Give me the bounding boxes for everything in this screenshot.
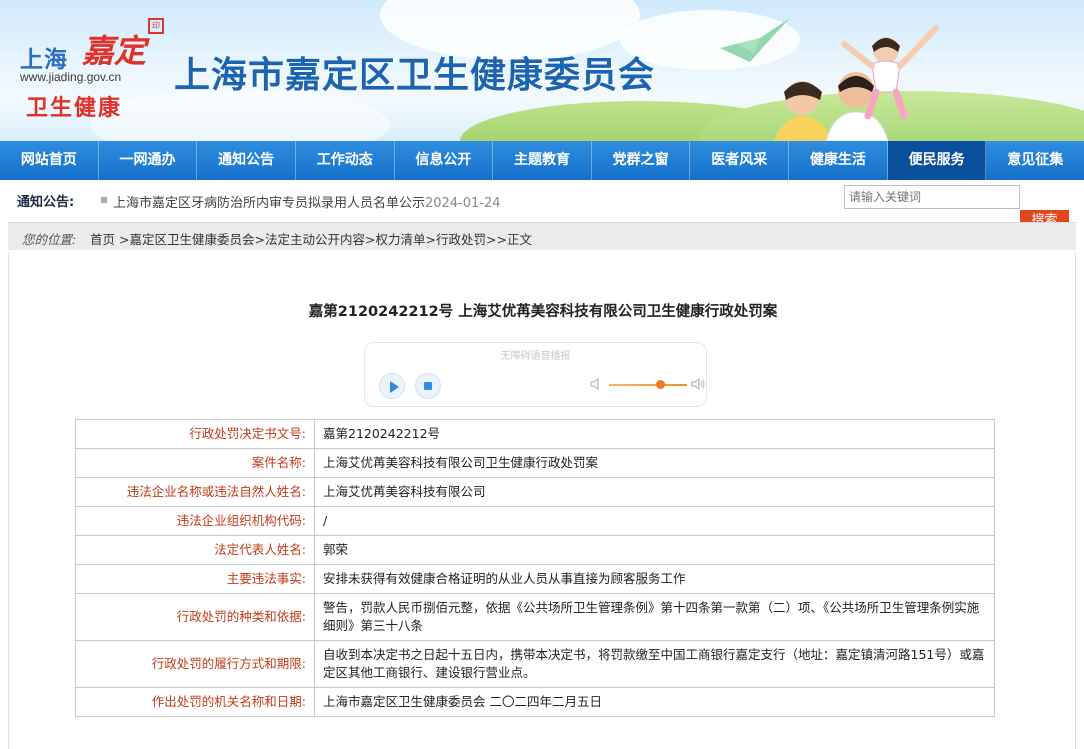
- breadcrumb: 您的位置: 首页 >嘉定区卫生健康委员会>法定主动公开内容>权力清单>行政处罚>…: [8, 222, 1076, 250]
- field-label: 法定代表人姓名:: [75, 535, 315, 565]
- nav-item-8[interactable]: 健康生活: [789, 141, 888, 180]
- field-label: 违法企业组织机构代码:: [75, 506, 315, 536]
- table-row: 主要违法事实: 安排未获得有效健康合格证明的从业人员从事直接为顾客服务工作: [75, 564, 995, 594]
- table-row: 违法企业名称或违法自然人姓名: 上海艾优苒美容科技有限公司: [75, 477, 995, 507]
- nav-item-10[interactable]: 意见征集: [986, 141, 1084, 180]
- nav-item-9[interactable]: 便民服务: [887, 141, 987, 180]
- logo-city-text: 上海: [20, 47, 68, 73]
- notice-label: 通知公告:: [17, 195, 75, 210]
- field-value: 自收到本决定书之日起十五日内，携带本决定书，将罚款缴至中国工商银行嘉定支行（地址…: [314, 640, 995, 688]
- volume-slider[interactable]: [609, 384, 687, 386]
- nav-item-5[interactable]: 主题教育: [493, 141, 592, 180]
- volume-slider-knob[interactable]: [655, 380, 665, 389]
- table-row: 行政处罚的履行方式和期限: 自收到本决定书之日起十五日内，携带本决定书，将罚款缴至…: [75, 640, 995, 688]
- table-row: 违法企业组织机构代码: /: [75, 506, 995, 536]
- table-row: 行政处罚的种类和依据: 警告，罚款人民币捌佰元整，依据《公共场所卫生管理条例》第十…: [75, 593, 995, 641]
- notice-link-text[interactable]: 上海市嘉定区牙病防治所内审专员拟录用人员名单公示: [113, 196, 425, 211]
- table-row: 行政处罚决定书文号: 嘉第2120242212号: [75, 419, 995, 449]
- nav-item-6[interactable]: 党群之窗: [592, 141, 691, 180]
- breadcrumb-item-commission[interactable]: 嘉定区卫生健康委员会: [129, 232, 254, 247]
- stop-button[interactable]: [415, 373, 441, 399]
- nav-item-3[interactable]: 工作动态: [296, 141, 395, 180]
- penalty-info-table: 行政处罚决定书文号: 嘉第2120242212号 案件名称: 上海艾优苒美容科技有限公…: [75, 419, 995, 717]
- table-row: 作出处罚的机关名称和日期: 上海市嘉定区卫生健康委员会 二〇二四年二月五日: [75, 687, 995, 717]
- site-banner: 上海 嘉定 印 www.jiading.gov.cn 卫生健康 上海市嘉定区卫生…: [0, 0, 1084, 141]
- table-row: 案件名称: 上海艾优苒美容科技有限公司卫生健康行政处罚案: [75, 448, 995, 478]
- breadcrumb-item-current: >正文: [496, 232, 532, 247]
- audio-player-caption: 无障碍语音播报: [500, 351, 571, 362]
- field-value: 嘉第2120242212号: [314, 419, 995, 449]
- field-label: 行政处罚决定书文号:: [75, 419, 315, 449]
- nav-item-0[interactable]: 网站首页: [0, 141, 99, 180]
- notice-date: 2024-01-24: [425, 196, 501, 211]
- breadcrumb-path: 首页 >嘉定区卫生健康委员会>法定主动公开内容>权力清单>行政处罚>>正文: [90, 232, 532, 247]
- audio-player: 无障碍语音播报: [364, 342, 707, 407]
- field-label: 主要违法事实:: [75, 564, 315, 594]
- family-illustration: [774, 25, 939, 141]
- nav-item-2[interactable]: 通知公告: [197, 141, 296, 180]
- site-title: 上海市嘉定区卫生健康委员会: [174, 55, 656, 96]
- logo-url: www.jiading.gov.cn: [20, 70, 122, 84]
- field-value: 上海艾优苒美容科技有限公司: [314, 477, 995, 507]
- site-logo[interactable]: 上海 嘉定 印 www.jiading.gov.cn 卫生健康: [14, 10, 164, 125]
- field-value: 上海市嘉定区卫生健康委员会 二〇二四年二月五日: [314, 687, 995, 717]
- field-value: 郭荣: [314, 535, 995, 565]
- field-value: 警告，罚款人民币捌佰元整，依据《公共场所卫生管理条例》第十四条第一款第（二）项、…: [314, 593, 995, 641]
- breadcrumb-item-home[interactable]: 首页: [90, 232, 115, 247]
- breadcrumb-item-public-content[interactable]: 法定主动公开内容: [265, 232, 365, 247]
- search-input[interactable]: [844, 185, 1020, 209]
- field-label: 行政处罚的种类和依据:: [75, 593, 315, 641]
- article-title: 嘉第2120242212号 上海艾优苒美容科技有限公司卫生健康行政处罚案: [308, 304, 778, 320]
- field-label: 行政处罚的履行方式和期限:: [75, 640, 315, 688]
- notice-bullet-icon: ▪: [100, 192, 109, 206]
- breadcrumb-label: 您的位置:: [22, 232, 77, 247]
- field-label: 案件名称:: [75, 448, 315, 478]
- logo-seal-icon: 印: [148, 18, 164, 34]
- volume-high-icon[interactable]: [691, 377, 705, 391]
- notice-link[interactable]: 上海市嘉定区牙病防治所内审专员拟录用人员名单公示2024-01-24: [113, 192, 501, 211]
- logo-district-text: 嘉定: [82, 32, 147, 70]
- field-label: 作出处罚的机关名称和日期:: [75, 687, 315, 717]
- breadcrumb-item-power-list[interactable]: 权力清单: [375, 232, 425, 247]
- volume-low-icon[interactable]: [589, 377, 603, 391]
- nav-item-7[interactable]: 医者风采: [690, 141, 790, 180]
- logo-subtitle: 卫生健康: [26, 96, 123, 121]
- field-label: 违法企业名称或违法自然人姓名:: [75, 477, 315, 507]
- field-value: 上海艾优苒美容科技有限公司卫生健康行政处罚案: [314, 448, 995, 478]
- field-value: 安排未获得有效健康合格证明的从业人员从事直接为顾客服务工作: [314, 564, 995, 594]
- nav-item-1[interactable]: 一网通办: [99, 141, 198, 180]
- nav-item-4[interactable]: 信息公开: [395, 141, 494, 180]
- article-content: 嘉第2120242212号 上海艾优苒美容科技有限公司卫生健康行政处罚案 无障碍…: [8, 252, 1076, 749]
- play-button[interactable]: [379, 373, 405, 399]
- breadcrumb-item-penalty[interactable]: 行政处罚: [436, 232, 486, 247]
- table-row: 法定代表人姓名: 郭荣: [75, 535, 995, 565]
- field-value: /: [314, 506, 995, 536]
- main-nav: 网站首页 一网通办 通知公告 工作动态 信息公开 主题教育 党群之窗 医者风采 健康生活 便民服务…: [0, 141, 1084, 180]
